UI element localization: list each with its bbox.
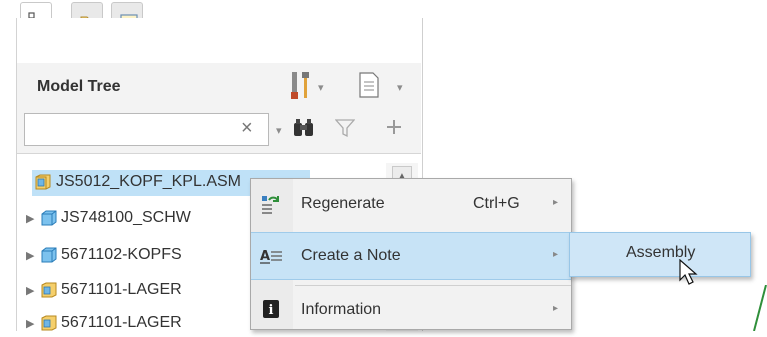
menu-item-information[interactable]: i Information ▸ [251, 287, 571, 335]
assembly-icon [34, 173, 52, 196]
tree-item-label: 5671102-KOPFS [61, 246, 182, 263]
svg-text:i: i [269, 303, 274, 318]
tree-item-label: 5671101-LAGER [61, 314, 182, 331]
tree-root-label: JS5012_KOPF_KPL.ASM [56, 173, 241, 190]
expand-arrow-icon[interactable]: ▶ [26, 249, 34, 262]
mouse-cursor-icon [678, 258, 698, 292]
menu-item-shortcut: Ctrl+G [473, 195, 520, 212]
submenu-arrow-icon: ▸ [553, 303, 559, 314]
expand-arrow-icon[interactable]: ▶ [26, 212, 34, 225]
info-icon: i [262, 299, 280, 324]
svg-text:A: A [260, 249, 270, 264]
settings-icon[interactable] [289, 70, 313, 105]
settings-dropdown-icon[interactable]: ▾ [318, 81, 324, 94]
menu-item-label: Information [301, 301, 382, 318]
submenu-arrow-icon: ▸ [553, 249, 559, 260]
assembly-icon [40, 314, 58, 337]
menu-item-label: Regenerate [301, 195, 385, 212]
find-icon[interactable] [292, 117, 316, 144]
search-input[interactable] [24, 113, 269, 146]
graphics-edge-line [752, 284, 767, 336]
tree-item-label: 5671101-LAGER [61, 281, 182, 298]
tree-item-label: JS748100_SCHW [61, 209, 191, 226]
search-dropdown-icon[interactable]: ▾ [276, 124, 282, 137]
page-title: Model Tree [37, 78, 121, 95]
context-menu: Regenerate Ctrl+G ▸ A Create a Note ▸ i … [250, 178, 572, 330]
part-icon [40, 209, 58, 232]
note-icon: A [260, 246, 284, 271]
menu-item-regenerate[interactable]: Regenerate Ctrl+G ▸ [251, 181, 571, 229]
menu-separator [295, 285, 571, 286]
regenerate-icon [260, 194, 282, 221]
add-icon[interactable] [385, 117, 403, 142]
submenu-create-note: Assembly [569, 232, 751, 277]
submenu-arrow-icon: ▸ [553, 197, 559, 208]
expand-arrow-icon[interactable]: ▶ [26, 317, 34, 330]
menu-item-label: Create a Note [301, 247, 401, 264]
filter-icon[interactable] [334, 118, 356, 143]
assembly-icon [40, 281, 58, 304]
show-icon[interactable] [358, 72, 380, 103]
show-dropdown-icon[interactable]: ▾ [397, 81, 403, 94]
expand-arrow-icon[interactable]: ▶ [26, 284, 34, 297]
part-icon [40, 246, 58, 269]
clear-search-icon[interactable]: × [241, 117, 253, 140]
menu-item-create-note[interactable]: A Create a Note ▸ [251, 232, 571, 280]
